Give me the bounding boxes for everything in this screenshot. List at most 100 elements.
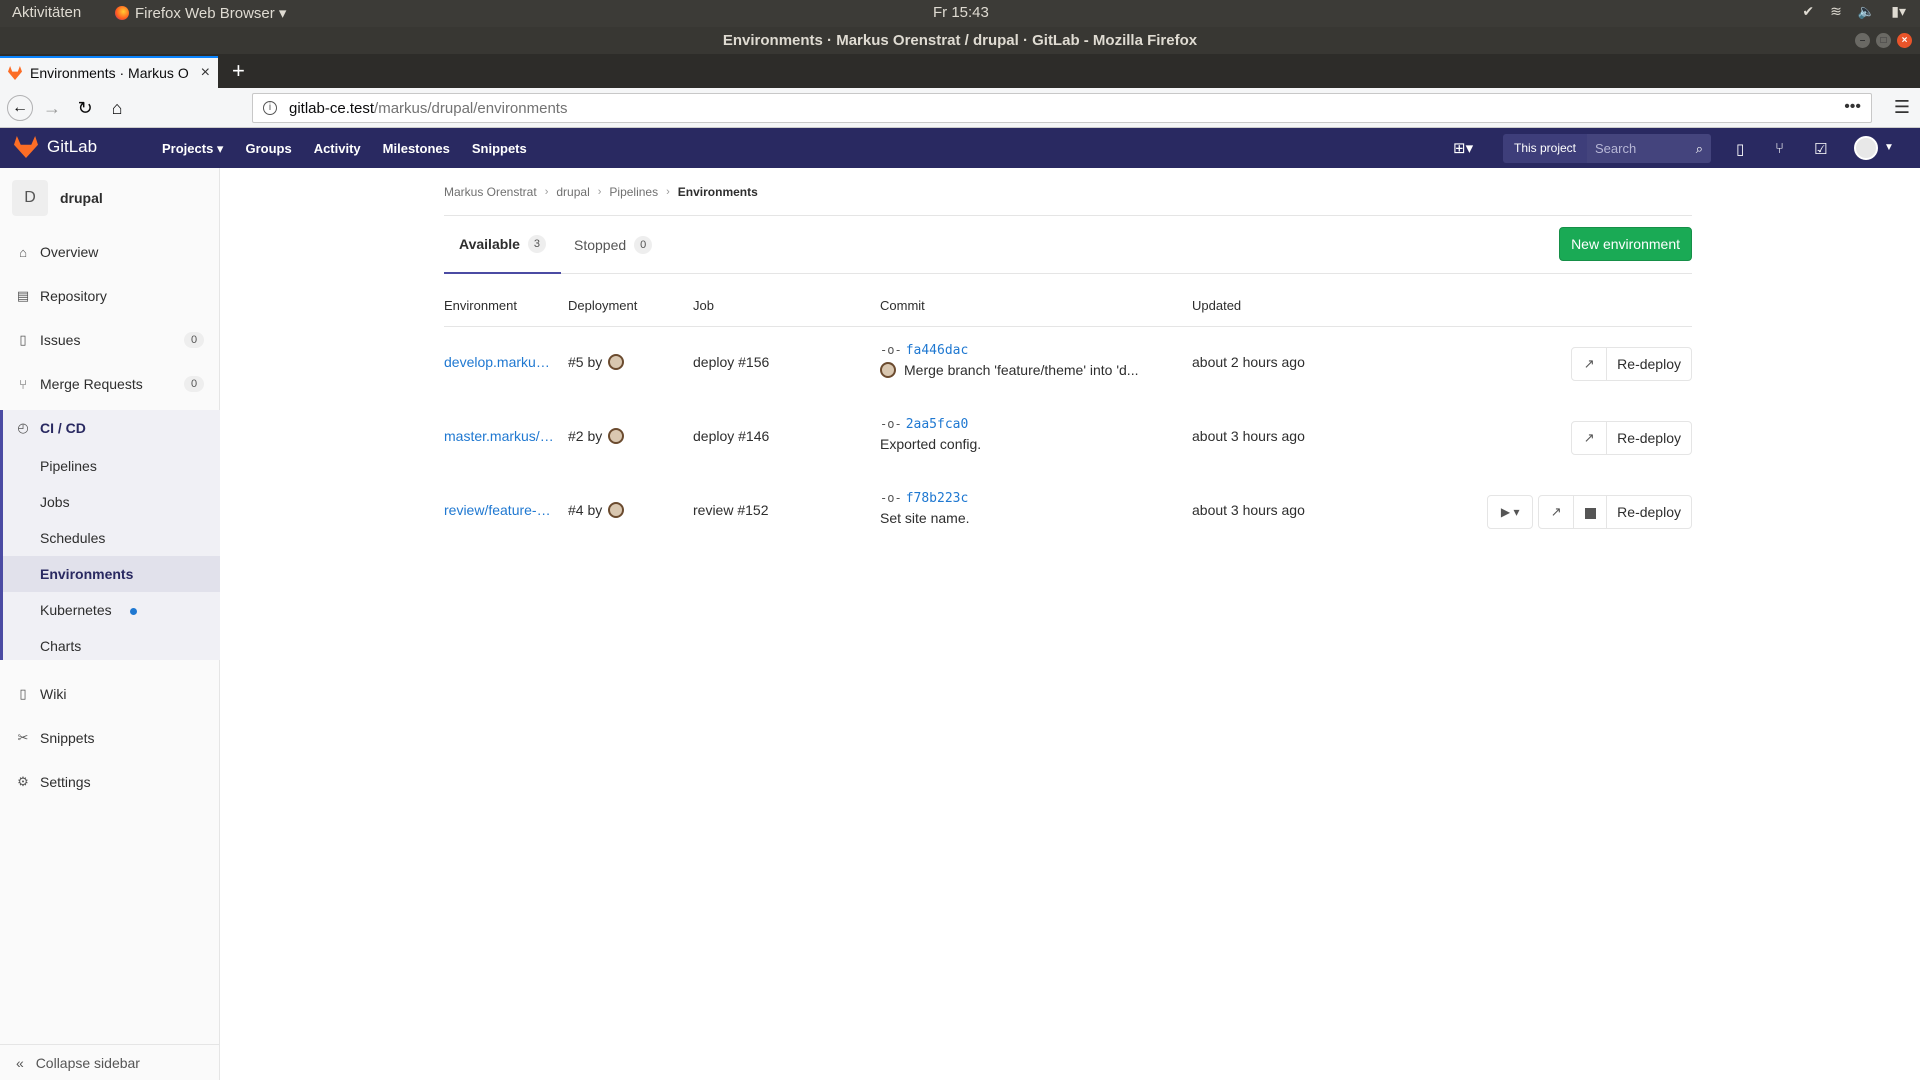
project-avatar: D — [12, 180, 48, 216]
nav-milestones[interactable]: Milestones — [383, 141, 450, 157]
nav-projects[interactable]: Projects ▾ — [162, 141, 223, 157]
minimize-button[interactable]: – — [1855, 33, 1870, 48]
home-button[interactable]: ⌂ — [105, 96, 129, 120]
tab-stopped[interactable]: Stopped 0 — [559, 216, 667, 274]
commit-author-avatar-icon[interactable] — [880, 362, 896, 378]
merge-requests-header-icon[interactable]: ⑂ — [1775, 140, 1784, 157]
collapse-sidebar-button[interactable]: « Collapse sidebar — [0, 1044, 220, 1080]
sidebar-item-overview[interactable]: ⌂ Overview — [0, 234, 220, 270]
back-button[interactable]: ← — [7, 95, 33, 121]
redeploy-button[interactable]: Re-deploy — [1606, 421, 1692, 455]
external-link-icon[interactable]: ↗ — [1571, 347, 1608, 381]
tab-available[interactable]: Available 3 — [444, 216, 561, 274]
environment-link[interactable]: review/feature-site-name — [444, 502, 556, 518]
gitlab-header: GitLab Projects ▾ Groups Activity Milest… — [0, 128, 1920, 168]
browser-toolbar: ← → ↻ ⌂ i gitlab-ce.test/markus/drupal/e… — [0, 88, 1920, 128]
breadcrumb-project[interactable]: drupal — [556, 185, 589, 199]
nav-snippets[interactable]: Snippets — [472, 141, 527, 157]
close-window-button[interactable]: × — [1897, 33, 1912, 48]
activities-button[interactable]: Aktivitäten — [12, 4, 81, 21]
sidebar-item-merge-requests[interactable]: ⑂ Merge Requests 0 — [0, 366, 220, 402]
sidebar-item-settings[interactable]: ⚙ Settings — [0, 764, 220, 800]
commit-icon: -o- — [880, 343, 902, 357]
subnav-charts[interactable]: Charts — [3, 628, 220, 664]
os-top-bar: Aktivitäten Firefox Web Browser ▾ Fr 15:… — [0, 0, 1920, 27]
search-scope[interactable]: This project — [1503, 134, 1587, 163]
commit-sha[interactable]: 2aa5fca0 — [906, 417, 969, 432]
new-environment-button[interactable]: New environment — [1559, 227, 1692, 261]
url-bar[interactable]: i gitlab-ce.test/markus/drupal/environme… — [252, 93, 1872, 123]
job-link[interactable]: deploy #156 — [693, 354, 769, 370]
environment-link[interactable]: develop.markus/drupal — [444, 354, 556, 370]
browser-tab[interactable]: Environments · Markus O × — [0, 56, 218, 88]
row-actions: ↗ Re-deploy — [1571, 347, 1692, 381]
cicd-subnav: Pipelines Jobs Schedules Environments Ku… — [0, 446, 220, 660]
user-avatar-icon[interactable] — [608, 502, 625, 518]
breadcrumb-user[interactable]: Markus Orenstrat — [444, 185, 537, 199]
new-dropdown-plus-icon[interactable]: ⊞▾ — [1453, 139, 1473, 157]
deployment-cell: #5 by — [568, 354, 625, 370]
breadcrumb-pipelines[interactable]: Pipelines — [609, 185, 658, 199]
nav-groups[interactable]: Groups — [245, 141, 291, 157]
subnav-kubernetes[interactable]: Kubernetes — [3, 592, 220, 628]
job-link[interactable]: deploy #146 — [693, 428, 769, 444]
chevron-down-icon[interactable]: ▼ — [1884, 142, 1894, 153]
subnav-jobs[interactable]: Jobs — [3, 484, 220, 520]
sidebar-item-snippets[interactable]: ✂ Snippets — [0, 720, 220, 756]
commit-sha[interactable]: f78b223c — [906, 491, 969, 506]
user-avatar-icon[interactable] — [608, 354, 625, 370]
caret-down-icon: ▾ — [1513, 505, 1520, 519]
table-row: develop.markus/drupal #5 by deploy #156 … — [444, 327, 1692, 401]
commit-message[interactable]: Merge branch 'feature/theme' into 'd... — [904, 362, 1138, 378]
external-link-icon[interactable]: ↗ — [1538, 495, 1575, 529]
redeploy-button[interactable]: Re-deploy — [1606, 347, 1692, 381]
subnav-environments[interactable]: Environments — [3, 556, 220, 592]
user-avatar-icon[interactable] — [608, 428, 625, 444]
environment-link[interactable]: master.markus/drupal — [444, 428, 556, 444]
page-actions-icon[interactable]: ••• — [1844, 98, 1861, 116]
sidebar-item-wiki[interactable]: ▯ Wiki — [0, 676, 220, 712]
issues-header-icon[interactable]: ▯ — [1736, 140, 1744, 158]
close-tab-icon[interactable]: × — [201, 64, 210, 82]
redeploy-button[interactable]: Re-deploy — [1606, 495, 1692, 529]
nav-activity[interactable]: Activity — [314, 141, 361, 157]
reload-button[interactable]: ↻ — [73, 96, 97, 120]
new-tab-button[interactable]: + — [232, 58, 245, 84]
search-input[interactable]: Search ⌕ — [1587, 134, 1711, 163]
system-tray[interactable]: ✔ ≋ 🔈 ▮▾ — [1802, 3, 1906, 20]
volume-icon: 🔈 — [1857, 3, 1876, 19]
app-menu[interactable]: Firefox Web Browser ▾ — [115, 4, 286, 22]
gitlab-logo[interactable]: GitLab — [14, 136, 97, 158]
breadcrumb-current[interactable]: Environments — [678, 185, 758, 199]
repo-icon: ▤ — [16, 288, 30, 303]
project-header[interactable]: D drupal — [12, 180, 103, 216]
tab-stopped-label: Stopped — [574, 237, 627, 253]
collapse-sidebar-label: Collapse sidebar — [35, 1055, 140, 1071]
deployment-number: #4 by — [568, 502, 603, 518]
hamburger-menu-icon[interactable]: ☰ — [1894, 97, 1910, 118]
commit-sha[interactable]: fa446dac — [906, 343, 969, 358]
commit-message[interactable]: Set site name. — [880, 510, 970, 526]
sidebar-item-repository[interactable]: ▤ Repository — [0, 278, 220, 314]
todos-header-icon[interactable]: ☑ — [1814, 140, 1827, 158]
stop-environment-button[interactable] — [1573, 495, 1608, 529]
col-commit: Commit — [880, 298, 925, 313]
deployment-number: #5 by — [568, 354, 603, 370]
forward-button[interactable]: → — [40, 96, 64, 120]
stopped-count-badge: 0 — [634, 236, 653, 254]
site-info-icon[interactable]: i — [263, 101, 277, 115]
tanuki-icon — [14, 136, 38, 158]
manual-actions-play-dropdown[interactable]: ▶ ▾ — [1487, 495, 1534, 529]
clock[interactable]: Fr 15:43 — [933, 4, 989, 21]
job-link[interactable]: review #152 — [693, 502, 769, 518]
commit-message[interactable]: Exported config. — [880, 436, 981, 452]
subnav-pipelines[interactable]: Pipelines — [3, 448, 220, 484]
subnav-schedules[interactable]: Schedules — [3, 520, 220, 556]
sidebar-item-cicd[interactable]: ◴ CI / CD — [0, 410, 220, 446]
sidebar-item-label: Repository — [40, 288, 107, 304]
sidebar-item-issues[interactable]: ▯ Issues 0 — [0, 322, 220, 358]
maximize-button[interactable]: □ — [1876, 33, 1891, 48]
user-avatar[interactable] — [1854, 136, 1878, 160]
home-icon: ⌂ — [19, 244, 27, 260]
external-link-icon[interactable]: ↗ — [1571, 421, 1608, 455]
